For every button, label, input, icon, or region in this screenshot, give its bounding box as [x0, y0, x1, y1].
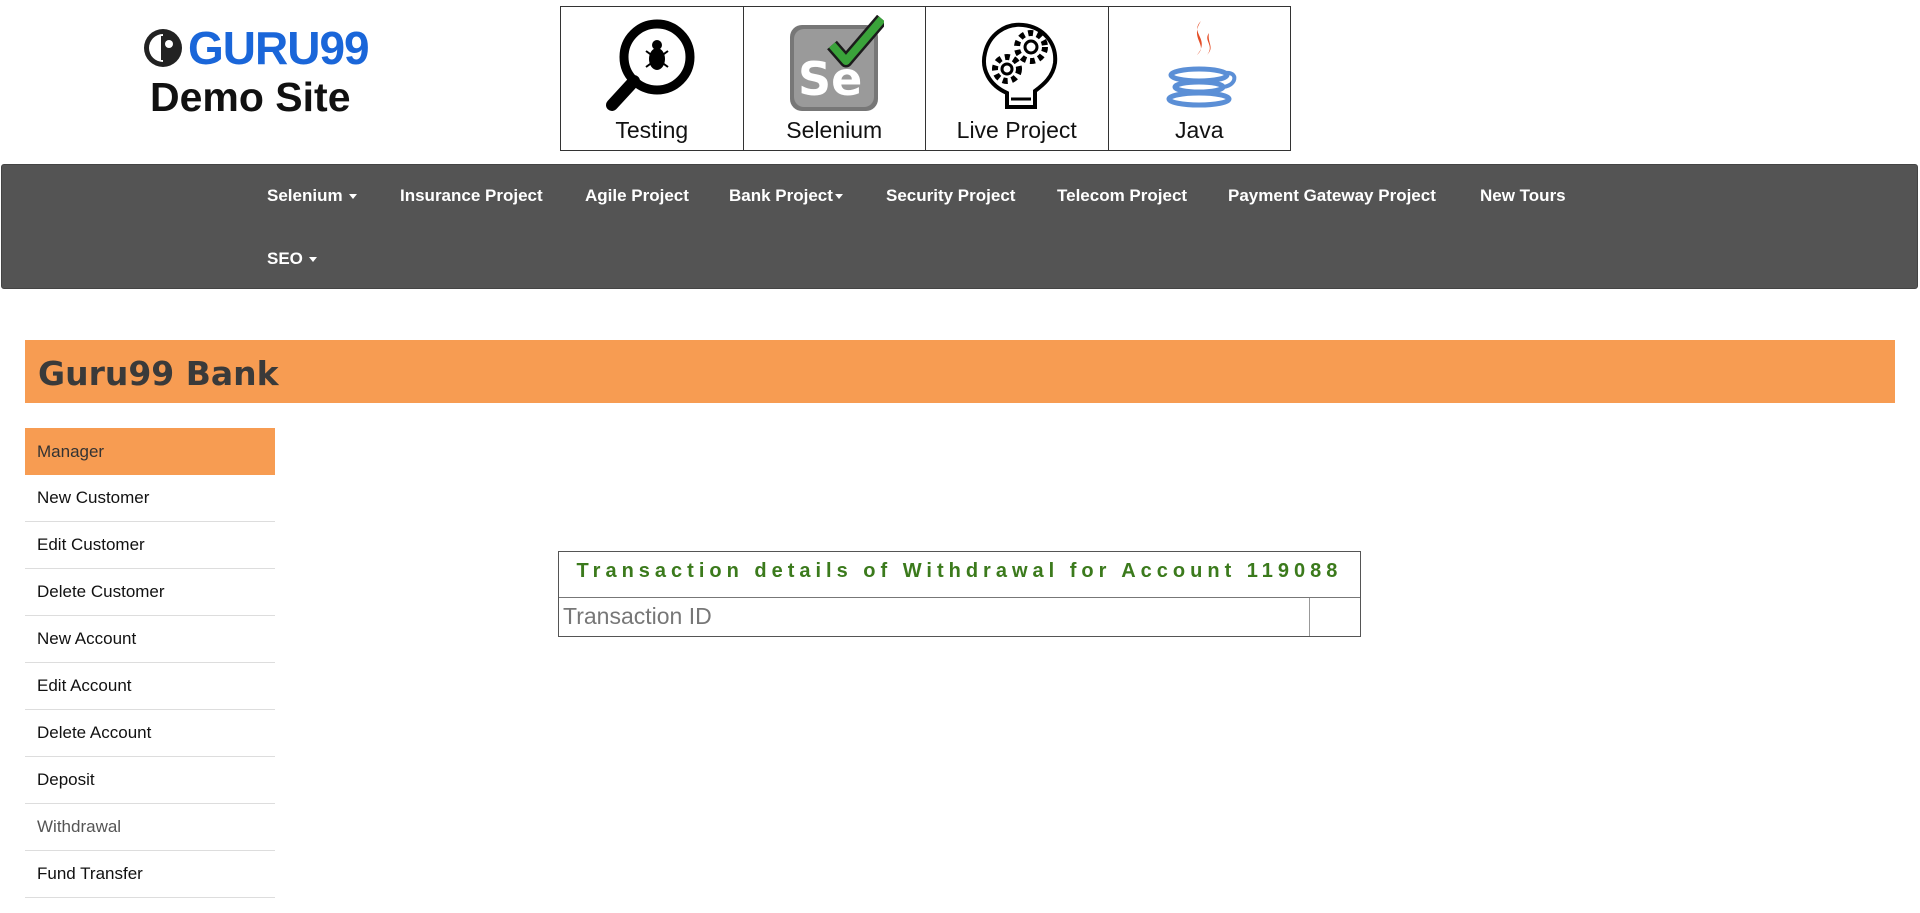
nav-bank-project[interactable]: Bank Project	[729, 186, 843, 206]
menu-item-delete-account[interactable]: Delete Account	[25, 710, 275, 757]
menu-item-edit-customer[interactable]: Edit Customer	[25, 522, 275, 569]
tile-live-project[interactable]: Live Project	[926, 7, 1109, 150]
nav-security-project[interactable]: Security Project	[886, 186, 1015, 206]
transaction-heading: Transaction details of Withdrawal for Ac…	[559, 552, 1360, 598]
tile-label: Selenium	[786, 117, 883, 143]
tile-testing[interactable]: Testing	[561, 7, 744, 150]
main-navbar: Selenium Insurance Project Agile Project…	[1, 164, 1918, 289]
nav-insurance-project[interactable]: Insurance Project	[400, 186, 543, 206]
menu-item-fund-transfer[interactable]: Fund Transfer	[25, 851, 275, 898]
menu-item-manager[interactable]: Manager	[25, 428, 275, 475]
tile-label: Testing	[615, 117, 689, 143]
bank-header: Guru99 Bank	[25, 340, 1895, 403]
nav-telecom-project[interactable]: Telecom Project	[1057, 186, 1187, 206]
nav-seo[interactable]: SEO	[267, 249, 317, 269]
tile-selenium[interactable]: Se Selenium	[744, 7, 926, 150]
nav-new-tours[interactable]: New Tours	[1480, 186, 1566, 206]
course-tiles: Testing Se Selenium Live Project Java	[560, 6, 1291, 151]
caret-down-icon	[348, 194, 357, 200]
menu-item-edit-account[interactable]: Edit Account	[25, 663, 275, 710]
caret-down-icon	[308, 257, 317, 263]
menu-item-deposit[interactable]: Deposit	[25, 757, 275, 804]
tile-label: Live Project	[956, 117, 1077, 143]
guru99-logo-icon	[144, 29, 182, 67]
transaction-details-table: Transaction details of Withdrawal for Ac…	[558, 551, 1361, 637]
java-cup-icon	[1166, 21, 1237, 108]
menu-item-delete-customer[interactable]: Delete Customer	[25, 569, 275, 616]
menu-item-new-account[interactable]: New Account	[25, 616, 275, 663]
bank-title: Guru99 Bank	[38, 354, 279, 393]
tile-java[interactable]: Java	[1109, 7, 1291, 150]
caret-down-icon	[834, 194, 843, 200]
magnifier-bug-icon	[605, 19, 695, 111]
tile-label: Java	[1174, 117, 1224, 143]
site-logo[interactable]: GURU99 Demo Site	[142, 24, 377, 124]
transaction-id-label: Transaction ID	[559, 598, 1310, 636]
table-row: Transaction ID	[559, 598, 1360, 636]
transaction-id-value	[1310, 598, 1360, 636]
nav-selenium[interactable]: Selenium	[267, 186, 357, 206]
logo-wordmark: GURU99	[188, 22, 370, 74]
nav-agile-project[interactable]: Agile Project	[585, 186, 689, 206]
selenium-check-icon: Se	[790, 15, 885, 111]
manager-menu: Manager New Customer Edit Customer Delet…	[25, 428, 275, 898]
nav-payment-gateway-project[interactable]: Payment Gateway Project	[1228, 186, 1436, 206]
menu-item-new-customer[interactable]: New Customer	[25, 475, 275, 522]
lightbulb-gears-icon	[981, 22, 1057, 109]
menu-item-withdrawal[interactable]: Withdrawal	[25, 804, 275, 851]
demo-site-title: Demo Site	[150, 74, 351, 120]
